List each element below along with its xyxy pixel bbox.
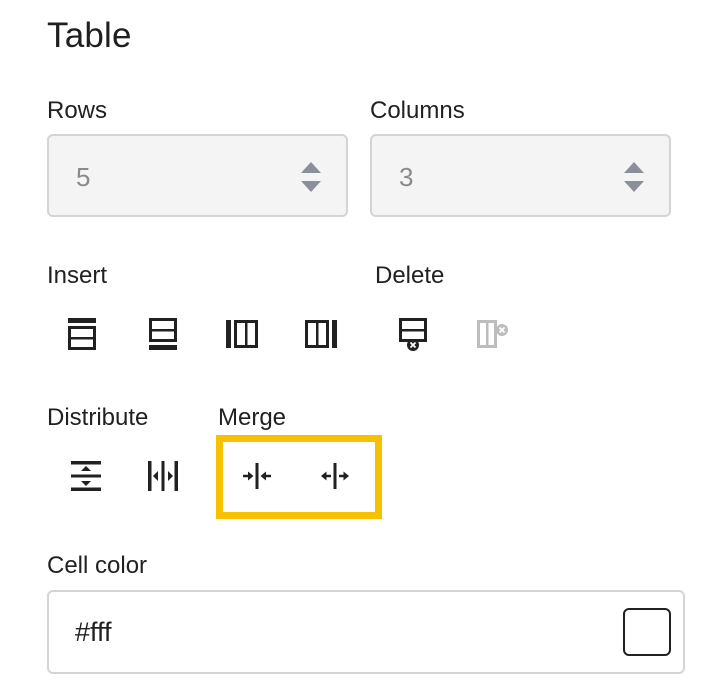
rows-stepper[interactable]: 5 bbox=[47, 134, 348, 217]
delete-column-button[interactable] bbox=[468, 310, 516, 358]
cell-color-value: #fff bbox=[75, 617, 112, 647]
merge-cells-icon bbox=[243, 463, 271, 489]
insert-row-below-button[interactable] bbox=[139, 310, 187, 358]
rows-value: 5 bbox=[76, 162, 91, 192]
delete-row-button[interactable] bbox=[389, 310, 437, 358]
delete-column-icon bbox=[477, 320, 508, 348]
distribute-rows-icon bbox=[71, 461, 101, 491]
stepper-arrows-icon[interactable] bbox=[623, 160, 645, 194]
merge-label: Merge bbox=[218, 404, 287, 431]
columns-label: Columns bbox=[370, 97, 465, 124]
delete-row-icon bbox=[399, 318, 427, 351]
split-cells-icon bbox=[321, 463, 349, 489]
insert-column-left-icon bbox=[226, 320, 258, 348]
insert-column-right-icon bbox=[305, 320, 337, 348]
insert-label: Insert bbox=[47, 262, 108, 289]
insert-row-below-icon bbox=[149, 318, 177, 350]
insert-column-left-button[interactable] bbox=[218, 310, 266, 358]
rows-label: Rows bbox=[47, 97, 108, 124]
columns-stepper[interactable]: 3 bbox=[370, 134, 671, 217]
split-cells-button[interactable] bbox=[311, 452, 359, 500]
merge-cells-button[interactable] bbox=[233, 452, 281, 500]
cell-color-label: Cell color bbox=[47, 552, 148, 579]
stepper-arrows-icon[interactable] bbox=[300, 160, 322, 194]
distribute-label: Distribute bbox=[47, 404, 149, 431]
delete-label: Delete bbox=[375, 262, 445, 289]
panel-title: Table bbox=[47, 16, 132, 55]
color-swatch[interactable] bbox=[623, 608, 671, 656]
insert-row-above-button[interactable] bbox=[58, 310, 106, 358]
insert-row-above-icon bbox=[68, 318, 96, 350]
distribute-columns-icon bbox=[148, 461, 178, 491]
cell-color-field[interactable]: #fff bbox=[47, 590, 685, 674]
insert-column-right-button[interactable] bbox=[297, 310, 345, 358]
distribute-rows-button[interactable] bbox=[62, 452, 110, 500]
distribute-columns-button[interactable] bbox=[139, 452, 187, 500]
columns-value: 3 bbox=[399, 162, 414, 192]
